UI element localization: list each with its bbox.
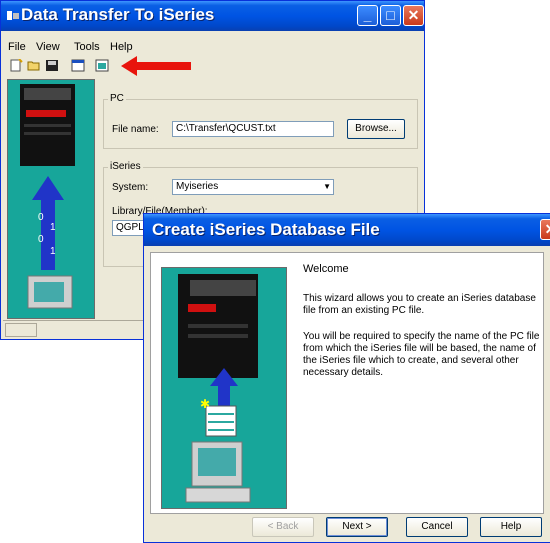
- menu-tools[interactable]: Tools: [74, 41, 100, 53]
- pc-group-title: PC: [108, 93, 126, 104]
- system-label: System:: [112, 182, 149, 193]
- wizard-illustration: ✱: [161, 267, 287, 509]
- wizard-content: ✱ Welcome This wizard allows you to crea…: [150, 252, 544, 514]
- close-icon[interactable]: ✕: [540, 219, 550, 240]
- wizard-titlebar[interactable]: Create iSeries Database File ✕: [144, 214, 550, 246]
- file-name-label: File name:: [112, 124, 159, 135]
- system-value: Myiseries: [176, 181, 219, 192]
- browse-button[interactable]: Browse...: [347, 119, 405, 139]
- welcome-heading: Welcome: [303, 263, 349, 275]
- maximize-icon[interactable]: □: [380, 5, 401, 26]
- pc-group: PC File name: C:\Transfer\QCUST.txt Brow…: [103, 93, 418, 149]
- menu-help[interactable]: Help: [110, 41, 133, 53]
- cancel-button[interactable]: Cancel: [406, 517, 468, 537]
- svg-text:0: 0: [38, 212, 44, 223]
- open-icon[interactable]: [27, 59, 41, 72]
- svg-text:0: 0: [38, 234, 44, 245]
- create-database-file-wizard: Create iSeries Database File ✕ ✱ Wel: [143, 213, 550, 543]
- transfer-illustration: 0 1 0 1: [7, 79, 95, 319]
- iseries-group-title: iSeries: [108, 161, 143, 172]
- app-icon: [7, 11, 19, 20]
- annotation-arrow: [121, 56, 191, 76]
- system-combobox[interactable]: Myiseries ▼: [172, 179, 334, 195]
- data-transfer-titlebar[interactable]: Data Transfer To iSeries _ □ ✕: [1, 1, 424, 31]
- wizard-title: Create iSeries Database File: [152, 220, 380, 239]
- file-name-field[interactable]: C:\Transfer\QCUST.txt: [172, 121, 334, 137]
- status-pane: [5, 323, 37, 337]
- server-computer-illustration: 0 1 0 1: [20, 84, 75, 309]
- save-icon[interactable]: [45, 59, 59, 72]
- svg-text:1: 1: [50, 246, 56, 257]
- menu-file[interactable]: File: [8, 41, 26, 53]
- create-database-file-icon[interactable]: [95, 59, 109, 72]
- window-title: Data Transfer To iSeries: [21, 5, 215, 24]
- minimize-icon[interactable]: _: [357, 5, 378, 26]
- close-icon[interactable]: ✕: [403, 5, 424, 26]
- svg-text:✱: ✱: [200, 397, 210, 411]
- help-button[interactable]: Help: [480, 517, 542, 537]
- next-button[interactable]: Next >: [326, 517, 388, 537]
- wizard-paragraph-1: This wizard allows you to create an iSer…: [303, 293, 536, 316]
- svg-text:1: 1: [50, 222, 56, 233]
- menu-view[interactable]: View: [36, 41, 60, 53]
- wizard-paragraph-2: You will be required to specify the name…: [303, 331, 540, 378]
- chevron-down-icon[interactable]: ▼: [323, 180, 331, 194]
- properties-icon[interactable]: [71, 59, 85, 72]
- back-button[interactable]: < Back: [252, 517, 314, 537]
- new-icon[interactable]: [9, 59, 23, 72]
- server-to-computer-illustration: ✱: [178, 274, 258, 503]
